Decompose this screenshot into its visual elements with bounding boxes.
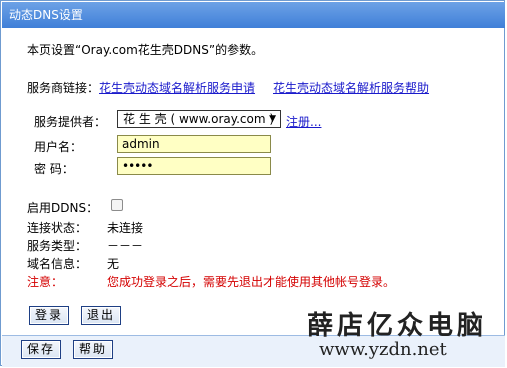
title-bar: 动态DNS设置 [2,2,505,28]
password-input[interactable]: ••••• [117,157,271,175]
service-help-link[interactable]: 花生壳动态域名解析服务帮助 [273,79,429,96]
ddns-settings-panel: 动态DNS设置 本页设置“Oray.com花生壳DDNS”的参数。 服务商链接：… [0,0,505,367]
watermark-url: www.yzdn.net [319,339,447,360]
enable-ddns-label: 启用DDNS： [27,201,99,215]
domain-info-label: 域名信息： [27,257,88,271]
service-type-label: 服务类型： [27,239,88,253]
dropdown-arrow-icon: ▼ [269,114,276,124]
note-label: 注意： [27,275,64,289]
provider-label: 服务提供者： [34,115,107,129]
enable-ddns-checkbox[interactable] [111,199,123,211]
domain-info-value: 无 [107,257,120,271]
page-title: 动态DNS设置 [9,8,83,22]
provider-links-label: 服务商链接： [27,81,100,95]
note-text: 您成功登录之后，需要先退出才能使用其他帐号登录。 [107,275,396,289]
watermark-brand: 薛店亿众电脑 [307,311,488,341]
intro-text: 本页设置“Oray.com花生壳DDNS”的参数。 [27,43,264,57]
register-link[interactable]: 注册... [286,113,321,130]
provider-select[interactable]: 花 生 壳 ( www.oray.com ) ▼ [117,110,281,128]
connection-status-value: 未连接 [107,221,144,235]
username-label: 用户名： [34,140,83,154]
username-input[interactable]: admin [117,135,271,153]
password-label: 密 码： [34,162,74,176]
logout-button[interactable]: 退出 [81,306,121,325]
provider-selected-value: 花 生 壳 ( www.oray.com ) [123,112,275,126]
service-type-value: －－－ [107,239,144,253]
apply-service-link[interactable]: 花生壳动态域名解析服务申请 [99,79,255,96]
help-button[interactable]: 帮助 [73,340,113,359]
save-button[interactable]: 保存 [21,340,61,359]
connection-status-label: 连接状态： [27,221,88,235]
login-button[interactable]: 登录 [29,306,69,325]
